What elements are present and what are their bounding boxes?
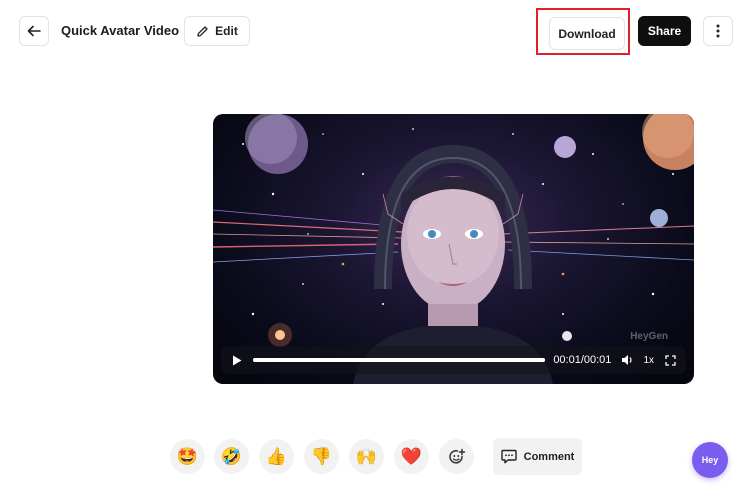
reaction-thumbs-up-button[interactable]: 👍: [259, 439, 294, 474]
edit-button[interactable]: Edit: [184, 16, 250, 46]
share-label: Share: [647, 24, 682, 38]
raised-hands-emoji-icon: 🙌: [355, 446, 378, 466]
arrow-left-icon: [27, 25, 41, 37]
reaction-heart-button[interactable]: ❤️: [394, 439, 429, 474]
volume-icon: [621, 355, 632, 365]
back-button[interactable]: [19, 16, 49, 46]
volume-button[interactable]: [619, 352, 635, 368]
rofl-emoji-icon: 🤣: [220, 446, 243, 466]
fullscreen-button[interactable]: [662, 352, 678, 368]
chat-assistant-label: Hey: [701, 455, 719, 465]
reaction-star-struck-button[interactable]: 🤩: [170, 439, 205, 474]
star-struck-emoji-icon: 🤩: [176, 446, 199, 466]
time-display: 00:01/00:01: [553, 354, 612, 366]
more-options-button[interactable]: [703, 16, 733, 46]
play-icon: [233, 355, 242, 365]
download-label: Download: [558, 26, 616, 41]
fullscreen-icon: [664, 354, 676, 366]
add-emoji-icon: [448, 448, 465, 464]
reaction-raised-hands-button[interactable]: 🙌: [349, 439, 384, 474]
video-player[interactable]: HeyGen 00:01/00:01 1x: [213, 114, 694, 384]
thumbs-down-emoji-icon: 👎: [310, 446, 333, 466]
chat-assistant-button[interactable]: Hey: [692, 442, 728, 478]
play-button[interactable]: [229, 352, 245, 368]
page-title: Quick Avatar Video: [61, 23, 180, 38]
progress-bar[interactable]: [253, 358, 546, 362]
playback-speed-button[interactable]: 1x: [643, 355, 654, 366]
edit-label: Edit: [215, 24, 238, 38]
share-button[interactable]: Share: [638, 16, 691, 46]
thumbs-up-emoji-icon: 👍: [265, 446, 288, 466]
reaction-rofl-button[interactable]: 🤣: [214, 439, 249, 474]
comment-icon: [500, 449, 517, 464]
reaction-thumbs-down-button[interactable]: 👎: [304, 439, 339, 474]
video-frame-image: [213, 114, 694, 384]
video-watermark: HeyGen: [630, 331, 668, 342]
comment-button[interactable]: Comment: [493, 438, 582, 475]
heart-emoji-icon: ❤️: [400, 446, 423, 466]
more-vertical-icon: [716, 24, 720, 38]
progress-fill: [253, 358, 546, 362]
download-button[interactable]: Download: [549, 17, 625, 50]
add-reaction-button[interactable]: [439, 439, 474, 474]
video-controls: 00:01/00:01 1x: [221, 346, 686, 374]
comment-label: Comment: [523, 450, 575, 463]
pencil-icon: [197, 25, 208, 37]
